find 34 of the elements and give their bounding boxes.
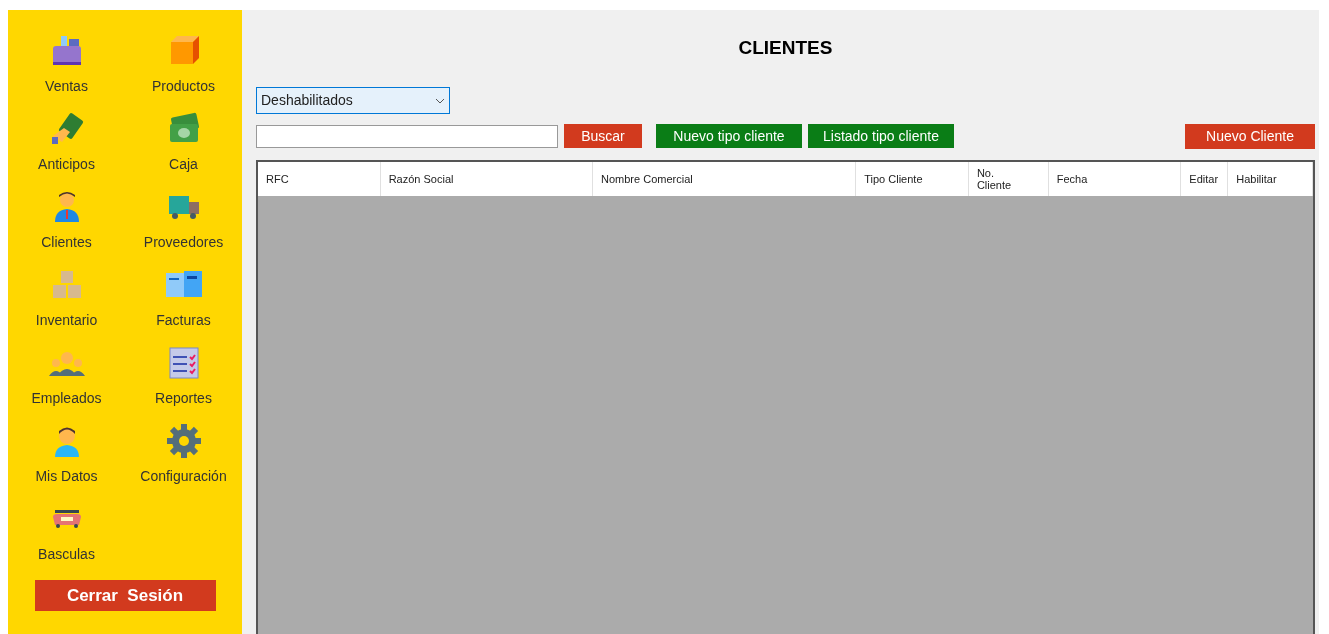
people-icon (46, 350, 87, 376)
sidebar-item[interactable]: Caja (125, 110, 242, 184)
search-field[interactable] (256, 124, 558, 148)
logout-button[interactable]: Cerrar Sesión (34, 580, 216, 611)
column-header: Nombre Comercial (593, 162, 857, 196)
filter-dropdown[interactable]: Deshabilitados (256, 87, 450, 114)
type-list-button[interactable]: Listado tipo cliente (808, 124, 954, 148)
sidebar-item[interactable]: Proveedores (125, 188, 242, 262)
chevron-down-icon (435, 97, 445, 104)
sidebar-item[interactable]: Empleados (8, 344, 125, 418)
sidebar-item[interactable]: Productos (125, 32, 242, 106)
sidebar-item[interactable]: Inventario (8, 266, 125, 340)
sidebar-item[interactable]: Mis Datos (8, 422, 125, 496)
sidebar-item[interactable]: Basculas (8, 500, 125, 574)
sidebar-item[interactable]: Ventas (8, 32, 125, 106)
column-header: Habilitar (1228, 162, 1313, 196)
column-header: Editar (1181, 162, 1229, 196)
column-header: No. Cliente (968, 162, 1049, 196)
sidebar-item[interactable]: Reportes (125, 344, 242, 418)
page-title: CLIENTES (738, 36, 833, 61)
sidebar-item[interactable]: Anticipos (8, 110, 125, 184)
sidebar-item[interactable]: Facturas (125, 266, 242, 340)
checklist-icon (166, 346, 201, 380)
sidebar-item[interactable]: Configuración (125, 422, 242, 496)
column-header: RFC (258, 162, 381, 196)
scale-icon (50, 509, 83, 529)
search-button[interactable]: Buscar (564, 124, 642, 148)
column-header: Tipo Cliente (856, 162, 969, 196)
column-header: Fecha (1048, 162, 1182, 196)
sidebar-item[interactable]: Clientes (8, 188, 125, 262)
new-client-button[interactable]: Nuevo Cliente (1185, 123, 1315, 149)
gear-icon (165, 423, 202, 459)
column-header: Razón Social (380, 162, 593, 196)
new-type-button[interactable]: Nuevo tipo cliente (656, 124, 802, 148)
